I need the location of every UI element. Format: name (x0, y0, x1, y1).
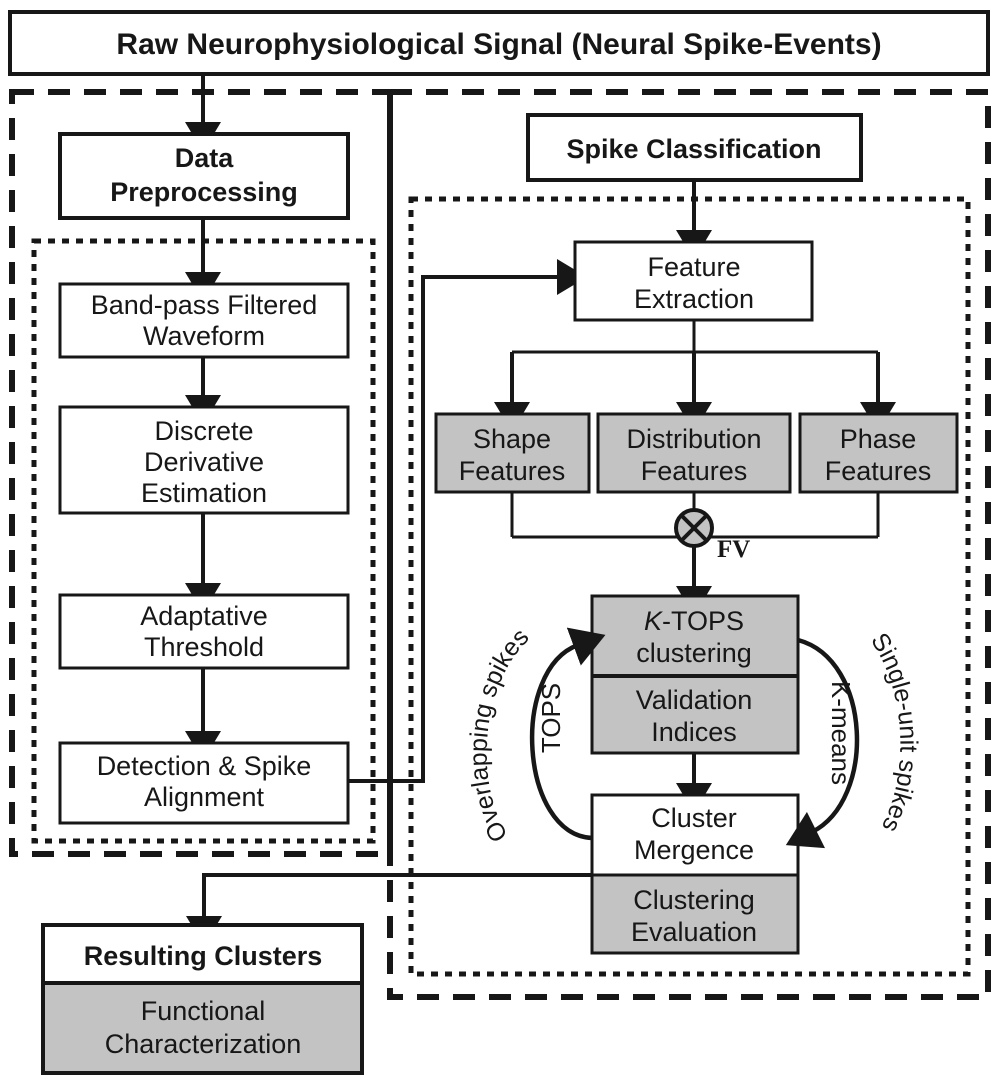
distribution-features-label-1: Distribution (626, 424, 761, 454)
functional-characterization-label-1: Functional (141, 996, 266, 1026)
circle-cross-icon (674, 508, 714, 548)
phase-features-label-1: Phase (840, 424, 917, 454)
validation-label-1: Validation (636, 685, 753, 715)
flowchart-root: Raw Neurophysiological Signal (Neural Sp… (8, 10, 991, 1075)
data-preprocessing-label-2: Preprocessing (110, 177, 298, 207)
step-band-pass-filtered-waveform: Band-pass Filtered Waveform (58, 282, 350, 359)
feature-extraction-label-1: Feature (647, 252, 740, 282)
tops-label: TOPS (536, 683, 566, 753)
detection-label-2: Alignment (144, 782, 265, 812)
feature-extraction-box: Feature Extraction (573, 240, 814, 322)
derivative-label-1: Discrete (154, 416, 253, 446)
derivative-label-3: Estimation (141, 478, 267, 508)
ktops-italic-k: K (644, 606, 663, 636)
step-adaptative-threshold: Adaptative Threshold (58, 593, 350, 670)
step-discrete-derivative-estimation: Discrete Derivative Estimation (58, 405, 350, 515)
cluster-mergence-box: Cluster Mergence Clustering Evaluation (590, 793, 800, 955)
feature-extraction-label-2: Extraction (634, 284, 754, 314)
spike-classification-label: Spike Classification (566, 134, 821, 164)
resulting-clusters-label: Resulting Clusters (84, 941, 323, 971)
arc-label-overlapping-spikes: Overlapping spikes (465, 623, 535, 847)
shape-features-label-1: Shape (473, 424, 551, 454)
clustering-evaluation-label-2: Evaluation (631, 917, 757, 947)
threshold-label-2: Threshold (144, 632, 264, 662)
arrow-mergence-to-results (186, 873, 592, 946)
title-box: Raw Neurophysiological Signal (Neural Sp… (8, 10, 990, 76)
band-pass-label-1: Band-pass Filtered (91, 290, 318, 320)
ktops-label-line1: K-TOPS (644, 606, 744, 636)
kmeans-label: K-means (826, 681, 856, 785)
arc-overlapping-spikes-text: Overlapping spikes (465, 623, 535, 847)
arc-single-unit-spikes-textpath: Single-unit spikes (865, 628, 922, 837)
ktops-label-line2: clustering (636, 638, 752, 668)
step-detection-spike-alignment: Detection & Spike Alignment (58, 741, 350, 825)
threshold-label-1: Adaptative (140, 601, 268, 631)
phase-features-box: Phase Features (798, 412, 959, 494)
derivative-label-2: Derivative (144, 447, 264, 477)
shape-features-box: Shape Features (434, 412, 591, 494)
distribution-features-box: Distribution Features (596, 412, 792, 494)
resulting-clusters-box: Resulting Clusters Functional Characteri… (41, 923, 364, 1075)
title-text: Raw Neurophysiological Signal (Neural Sp… (116, 28, 881, 61)
clustering-box: K-TOPS clustering Validation Indices (590, 594, 800, 755)
distribution-features-label-2: Features (641, 456, 748, 486)
spike-classification-box: Spike Classification (526, 113, 863, 182)
arc-overlapping-spikes-textpath: Overlapping spikes (465, 623, 535, 847)
shape-features-label-2: Features (459, 456, 566, 486)
arc-label-single-unit-spikes: Single-unit spikes (865, 628, 922, 837)
functional-characterization-label-2: Characterization (105, 1029, 302, 1059)
ktops-rest: -TOPS (662, 606, 744, 636)
arc-single-unit-spikes-text: Single-unit spikes (865, 628, 922, 837)
cluster-mergence-label-2: Mergence (634, 835, 754, 865)
fv-label: FV (717, 536, 750, 563)
phase-features-label-2: Features (825, 456, 932, 486)
cluster-mergence-label-1: Cluster (651, 803, 737, 833)
clustering-evaluation-label-1: Clustering (633, 885, 755, 915)
detection-label-1: Detection & Spike (97, 751, 312, 781)
validation-label-2: Indices (651, 717, 737, 747)
data-preprocessing-label-1: Data (175, 143, 235, 173)
data-preprocessing-box: Data Preprocessing (58, 132, 350, 220)
band-pass-label-2: Waveform (143, 321, 265, 351)
